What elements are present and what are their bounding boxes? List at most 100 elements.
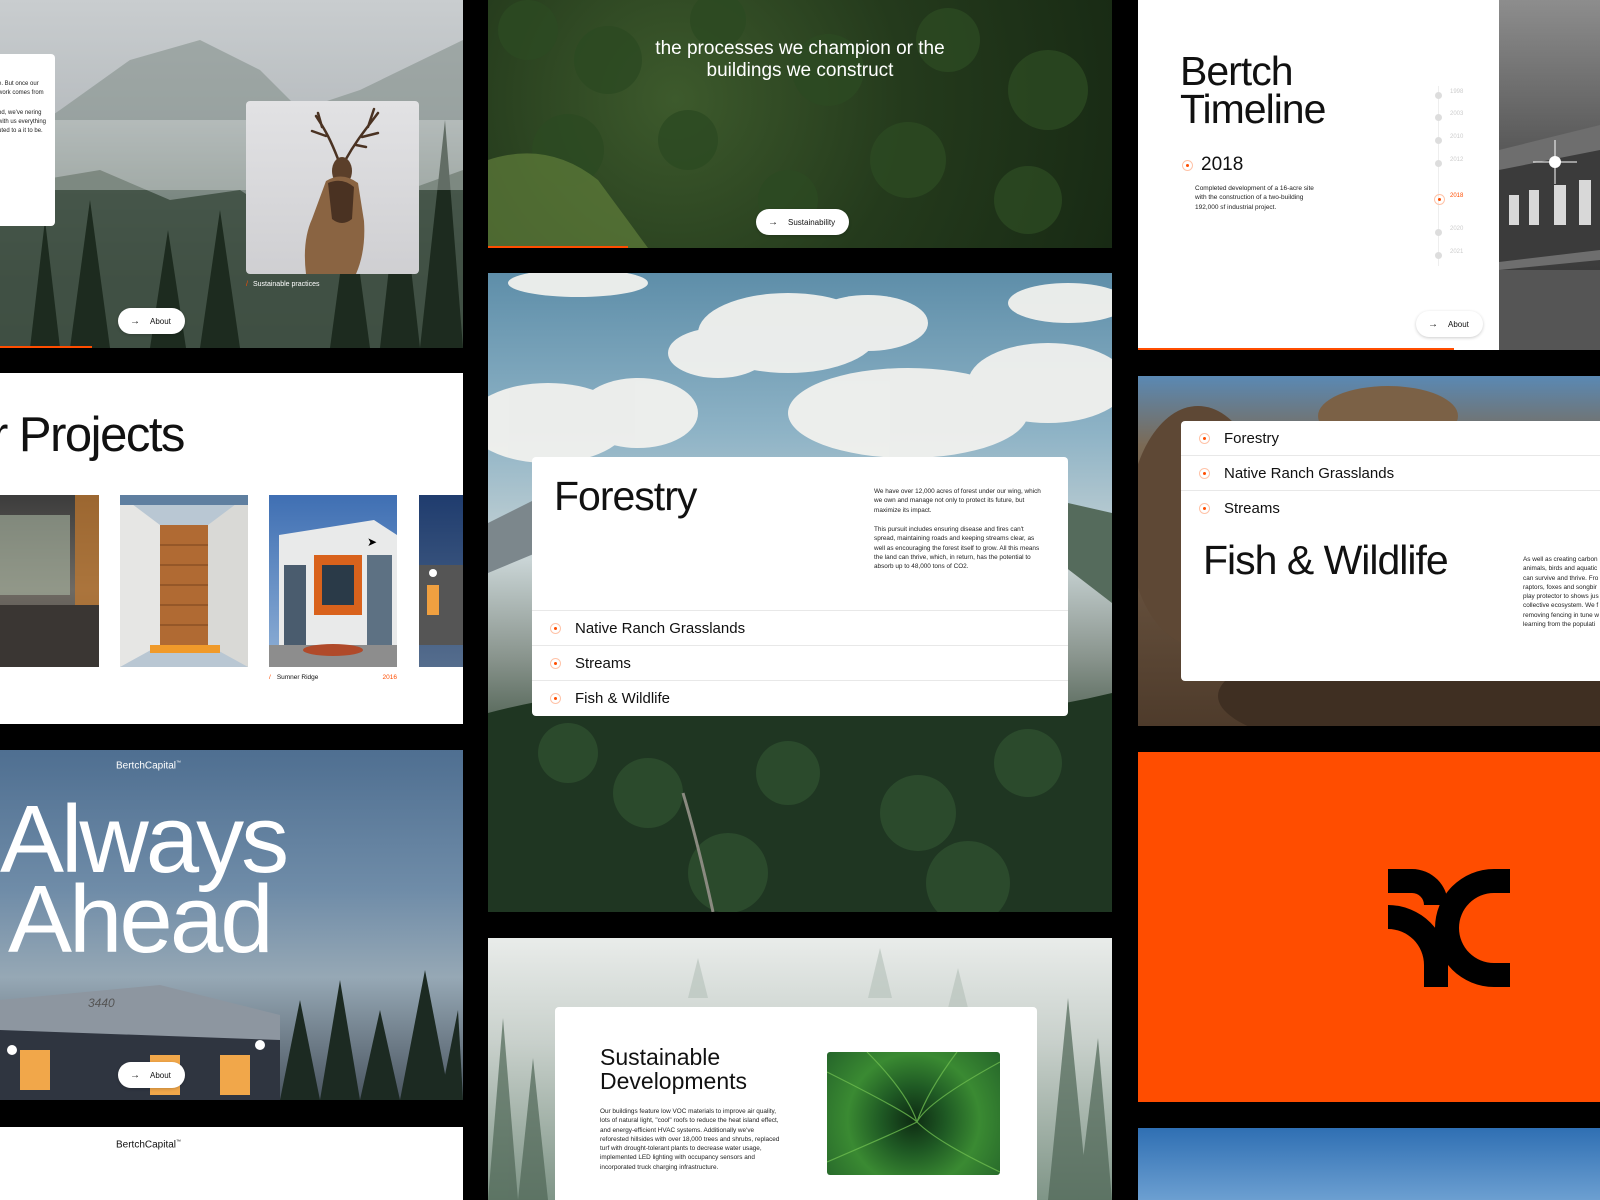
wildlife-para: As well as creating carbon animals, bird… xyxy=(1523,556,1600,628)
arrow-right-icon: → xyxy=(130,315,140,327)
year-tick xyxy=(1435,229,1442,236)
arrow-right-icon: → xyxy=(130,1069,140,1081)
elk-panel: e. But once our work comes from od, we'v… xyxy=(0,0,463,348)
sky-panel xyxy=(1138,1128,1600,1200)
bullet-dot-icon xyxy=(1199,432,1210,444)
wildlife-category-list: Forestry Native Ranch Grasslands Streams xyxy=(1181,421,1600,525)
bullet-dot-icon xyxy=(1199,502,1210,514)
year-item[interactable]: 2021 xyxy=(1450,249,1463,255)
wildlife-card: Forestry Native Ranch Grasslands Streams… xyxy=(1181,421,1600,681)
list-item[interactable]: Forestry xyxy=(1181,421,1600,455)
forest-headline: the processes we champion or the buildin… xyxy=(655,38,945,81)
year-tick xyxy=(1435,137,1442,144)
fern-leaf-art xyxy=(827,1052,1000,1173)
active-year: 2018 xyxy=(1201,154,1244,175)
year-item[interactable]: 2020 xyxy=(1450,226,1463,232)
year-tick xyxy=(1435,114,1442,121)
forest-hero-panel: the processes we champion or the buildin… xyxy=(488,0,1112,248)
elk-icon xyxy=(304,107,380,274)
about-button[interactable]: → About xyxy=(118,1062,185,1088)
forestry-panel: Forestry We have over 12,000 acres of fo… xyxy=(488,273,1112,912)
bullet-dot-icon xyxy=(550,692,561,704)
project-thumb[interactable] xyxy=(120,495,248,667)
year-item[interactable]: 2010 xyxy=(1450,134,1463,140)
always-ahead-panel: BertchCapital™ Always Ahead 3440 → About xyxy=(0,750,463,1100)
list-item[interactable]: Native Ranch Grasslands xyxy=(1181,455,1600,490)
sustainable-card: Sustainable Developments Our buildings f… xyxy=(555,1007,1037,1200)
list-item[interactable]: Streams xyxy=(532,645,1068,680)
logo-panel xyxy=(1138,752,1600,1102)
projects-title: r Projects xyxy=(0,408,185,462)
timeline-description: Completed development of a 16-acre site … xyxy=(1195,185,1314,211)
sustainability-button-label: Sustainability xyxy=(788,217,836,227)
list-item[interactable]: Streams xyxy=(1181,490,1600,525)
about-button[interactable]: → About xyxy=(118,308,185,334)
building-night-art xyxy=(1499,125,1600,350)
year-item-active[interactable]: 2018 xyxy=(1450,193,1463,199)
bullet-dot-icon xyxy=(1199,467,1210,479)
elk-caption: Sustainable practices xyxy=(252,281,320,288)
projects-panel: r Projects ➤ / Sumner Ridge 2016 xyxy=(0,373,463,724)
brand-mark: ™ xyxy=(176,760,182,766)
project-thumb[interactable] xyxy=(0,495,99,667)
bullet-dot-icon xyxy=(550,622,561,634)
year-tick xyxy=(1435,160,1442,167)
list-item-label: Fish & Wildlife xyxy=(575,689,671,707)
building-number: 3440 xyxy=(88,996,115,1010)
hero-headline-line-2: Ahead xyxy=(8,866,274,973)
forestry-para-2: This pursuit includes ensuring disease a… xyxy=(874,526,1040,571)
about-button-label: About xyxy=(150,1070,171,1080)
brand-logo-text: BertchCapital xyxy=(116,1139,177,1151)
sustainable-title-line-2: Developments xyxy=(600,1068,748,1094)
year-item[interactable]: 1998 xyxy=(1450,89,1463,95)
forestry-category-list: Native Ranch Grasslands Streams Fish & W… xyxy=(532,610,1068,715)
bertch-logo-mark xyxy=(1388,869,1510,987)
timeline-year-list: 1998 2003 2010 2012 2018 2020 2021 xyxy=(1434,86,1478,266)
list-item-label: Native Ranch Grasslands xyxy=(575,619,746,637)
forestry-para-1: We have over 12,000 acres of forest unde… xyxy=(874,488,1041,514)
sustainable-para: Our buildings feature low VOC materials … xyxy=(600,1108,780,1171)
footer-brand-panel: BertchCapital™ xyxy=(0,1127,463,1200)
list-item-label: Forestry xyxy=(1224,429,1280,447)
elk-card-text-1: e. But once our work comes from xyxy=(0,81,44,96)
elk-text-card: e. But once our work comes from od, we'v… xyxy=(0,54,55,226)
list-item-label: Native Ranch Grasslands xyxy=(1224,464,1395,482)
project-thumb-sumner-ridge[interactable]: ➤ xyxy=(269,495,397,667)
sustainability-button[interactable]: → Sustainability xyxy=(756,209,850,235)
about-button[interactable]: → About xyxy=(1416,311,1483,337)
list-item[interactable]: Native Ranch Grasslands xyxy=(532,610,1068,645)
year-tick xyxy=(1435,252,1442,259)
list-item[interactable]: Fish & Wildlife xyxy=(532,680,1068,715)
arrow-right-icon: → xyxy=(768,216,778,228)
project-caption: Sumner Ridge xyxy=(276,674,319,681)
sustainable-panel: Sustainable Developments Our buildings f… xyxy=(488,938,1112,1200)
fern-photo xyxy=(827,1052,1000,1175)
caption-slash: / xyxy=(269,674,271,681)
cursor-icon: ➤ xyxy=(367,535,378,549)
about-button-label: About xyxy=(150,316,171,326)
wildlife-panel: Forestry Native Ranch Grasslands Streams… xyxy=(1138,376,1600,726)
list-item-label: Streams xyxy=(1224,499,1280,517)
active-year-marker-icon xyxy=(1434,194,1445,205)
list-item-label: Streams xyxy=(575,654,631,672)
wildlife-title: Fish & Wildlife xyxy=(1203,537,1449,583)
progress-bar xyxy=(0,346,92,348)
about-button-label: About xyxy=(1448,319,1469,329)
year-item[interactable]: 2012 xyxy=(1450,157,1463,163)
active-year-dot-icon xyxy=(1182,159,1193,171)
progress-bar xyxy=(488,246,628,248)
year-tick xyxy=(1435,92,1442,99)
year-item[interactable]: 2003 xyxy=(1450,111,1463,117)
progress-bar xyxy=(1138,348,1454,350)
project-thumb[interactable] xyxy=(419,495,463,667)
sustainable-title-line-1: Sustainable xyxy=(600,1044,721,1070)
forestry-card: Forestry We have over 12,000 acres of fo… xyxy=(532,457,1068,716)
brand-mark: ™ xyxy=(176,1139,182,1145)
project-year: 2016 xyxy=(382,674,397,681)
forestry-title: Forestry xyxy=(554,473,697,519)
caption-slash: / xyxy=(246,281,248,288)
bullet-dot-icon xyxy=(550,657,561,669)
timeline-panel: Bertch Timeline 2018 Completed developme… xyxy=(1138,0,1600,350)
timeline-title: Bertch Timeline xyxy=(1180,48,1326,132)
brand-logo-text: BertchCapital xyxy=(116,760,177,772)
